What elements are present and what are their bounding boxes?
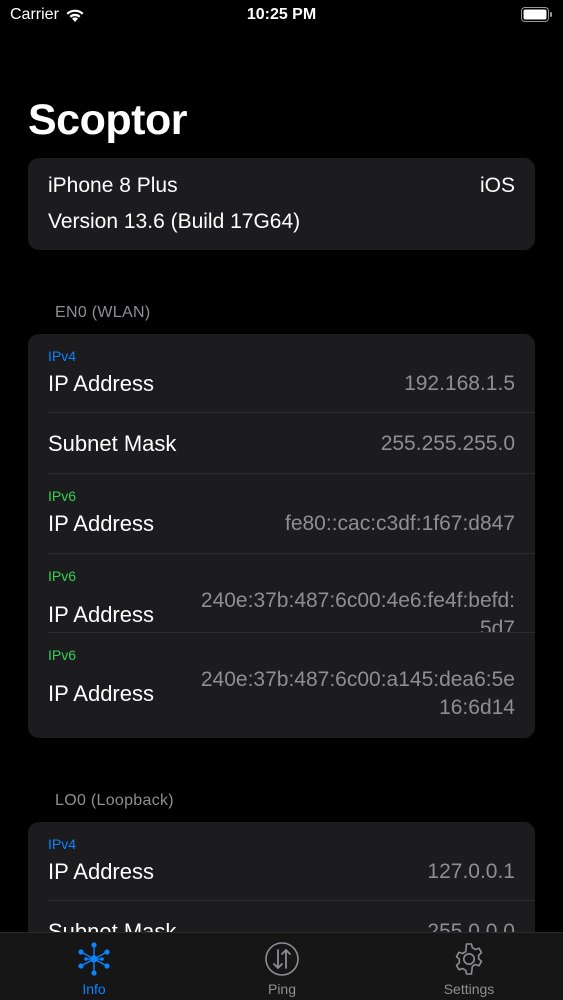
address-row[interactable]: IPv6 IP Address 240e:37b:487:6c00:a145:d… — [28, 633, 535, 738]
ipv4-tag: IPv4 — [48, 836, 77, 852]
ipv6-tag: IPv6 — [48, 568, 77, 584]
battery-icon — [521, 7, 553, 27]
os-version: Version 13.6 (Build 17G64) — [48, 210, 301, 233]
tab-label: Info — [82, 981, 106, 997]
gear-icon — [451, 941, 487, 982]
row-label: IP Address — [48, 859, 154, 884]
address-row[interactable]: IPv6 IP Address fe80::cac:c3df:1f67:d847 — [28, 474, 535, 554]
row-value: 240e:37b:487:6c00:4e6:fe4f:befd: 5d7 — [200, 589, 515, 633]
row-label: IP Address — [48, 371, 154, 396]
row-label: Subnet Mask — [48, 431, 177, 456]
tab-settings[interactable]: Settings — [375, 933, 563, 1000]
os-name: iOS — [479, 174, 515, 197]
device-info-card: iPhone 8 Plus iOS Version 13.6 (Build 17… — [28, 158, 535, 250]
address-row[interactable]: IPv6 IP Address 240e:37b:487:6c00:4e6:fe… — [28, 554, 535, 633]
tab-info[interactable]: Info — [0, 933, 188, 1000]
ping-arrows-icon — [264, 941, 300, 982]
row-value: fe80::cac:c3df:1f67:d847 — [284, 512, 515, 535]
subnet-mask-row[interactable]: Subnet Mask 255.255.255.0 — [28, 413, 535, 474]
row-label: IP Address — [48, 511, 154, 536]
device-model: iPhone 8 Plus — [48, 174, 178, 197]
clock: 10:25 PM — [246, 6, 317, 23]
row-value: 255.255.255.0 — [380, 432, 515, 455]
row-label: IP Address — [48, 681, 154, 706]
page-title: Scoptor — [28, 96, 187, 144]
tab-label: Ping — [267, 981, 297, 997]
row-value: 127.0.0.1 — [427, 860, 515, 883]
network-icon — [76, 941, 112, 982]
row-value: 240e:37b:487:6c00:a145:dea6:5e 16:6d14 — [200, 668, 515, 719]
tab-bar: Info Ping Settings — [0, 932, 563, 1000]
en0-interface-card: IPv4 IP Address 192.168.1.5 Subnet Mask … — [28, 334, 535, 738]
row-value: 192.168.1.5 — [404, 372, 515, 395]
row-label: IP Address — [48, 602, 154, 627]
ipv6-tag: IPv6 — [48, 647, 77, 663]
section-header-lo0: LO0 (Loopback) — [55, 792, 174, 809]
address-row[interactable]: IPv4 IP Address 192.168.1.5 — [28, 334, 535, 413]
section-header-en0: EN0 (WLAN) — [55, 304, 151, 321]
tab-ping[interactable]: Ping — [188, 933, 376, 1000]
tab-label: Settings — [443, 981, 495, 997]
status-bar: Carrier 10:25 PM — [0, 0, 563, 32]
ipv4-tag: IPv4 — [48, 348, 77, 364]
ipv6-tag: IPv6 — [48, 488, 77, 504]
address-row[interactable]: IPv4 IP Address 127.0.0.1 — [28, 822, 535, 901]
